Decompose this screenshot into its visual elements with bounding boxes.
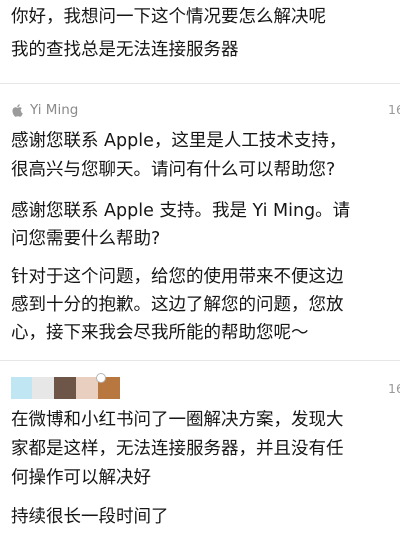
circle-icon [96, 373, 106, 383]
message-line: 在微博和小红书问了一圈解决方案，发现大 [11, 410, 344, 430]
message-line: 心，接下来我会尽我所能的帮助您呢～ [11, 323, 309, 343]
agent-avatar [11, 103, 25, 117]
redaction-block [76, 377, 98, 399]
message-line: 感到十分的抱歉。这边了解您的问题，您放 [11, 295, 344, 315]
redaction-block [32, 377, 54, 399]
message-line: 何操作可以解决好 [11, 468, 151, 488]
message-line: 你好，我想问一下这个情况要怎么解决呢 [11, 7, 326, 27]
message-line: 感谢您联系 Apple，这里是人工技术支持， [11, 131, 347, 151]
apple-logo-icon [12, 104, 23, 117]
message-line: 针对于这个问题，给您的使用带来不便这边 [11, 267, 344, 287]
message-line: 感谢您联系 Apple 支持。我是 Yi Ming。请 [11, 201, 351, 221]
message-line: 很高兴与您聊天。请问有什么可以帮助您? [11, 160, 336, 180]
agent-name: Yi Ming [30, 102, 79, 118]
message-timestamp: 16 [388, 381, 400, 396]
message-line: 家都是这样，无法连接服务器，并且没有任 [11, 439, 344, 459]
message-line: 持续很长一段时间了 [11, 507, 169, 527]
message-line: 问您需要什么帮助? [11, 229, 161, 249]
message-divider [0, 360, 400, 361]
redaction-block [11, 377, 32, 399]
message-timestamp: 16 [388, 102, 400, 117]
redaction-block [54, 377, 76, 399]
message-divider [0, 83, 400, 84]
message-line: 我的查找总是无法连接服务器 [11, 40, 239, 60]
